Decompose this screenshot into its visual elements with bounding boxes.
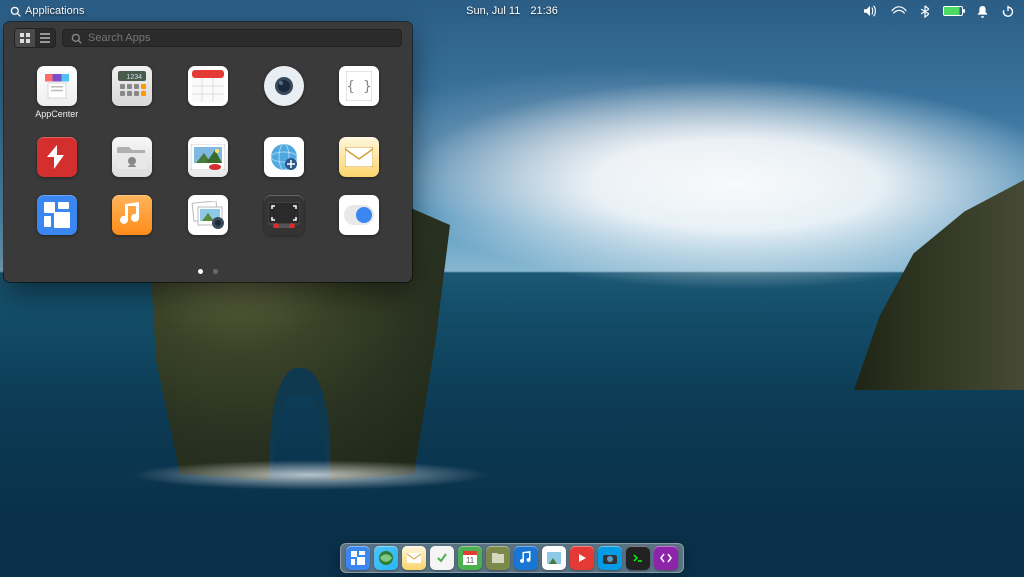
app-screenshot[interactable] xyxy=(251,195,317,235)
search-field-wrap[interactable] xyxy=(62,29,402,47)
app-label: AppCenter xyxy=(35,109,78,119)
list-icon xyxy=(40,33,50,43)
music-icon xyxy=(112,195,152,235)
files-icon xyxy=(112,137,152,177)
clock[interactable]: Sun, Jul 11 21:36 xyxy=(466,5,558,17)
app-multitasking[interactable] xyxy=(24,195,90,235)
top-panel: Applications Sun, Jul 11 21:36 xyxy=(0,0,1024,22)
power-icon[interactable] xyxy=(1002,5,1014,17)
search-icon xyxy=(10,6,21,17)
svg-text:{ }: { } xyxy=(347,79,372,95)
volume-icon[interactable] xyxy=(863,5,877,17)
code-icon: { } xyxy=(339,66,379,106)
app-appcenter[interactable]: AppCenter xyxy=(24,66,90,119)
settings-icon xyxy=(339,195,379,235)
wallpaper-cliff xyxy=(854,180,1024,390)
pager-dot-2[interactable] xyxy=(213,269,218,274)
search-icon xyxy=(71,33,82,44)
app-files[interactable] xyxy=(100,137,166,177)
svg-text:1234: 1234 xyxy=(127,74,143,81)
dock-terminal[interactable] xyxy=(626,546,650,570)
screenshot-icon xyxy=(264,195,304,235)
dock-mail[interactable] xyxy=(402,546,426,570)
wallpaper-foam xyxy=(130,460,490,490)
app-mail[interactable] xyxy=(326,137,392,177)
network-icon[interactable] xyxy=(891,6,907,16)
dock-videos[interactable] xyxy=(570,546,594,570)
grid-icon xyxy=(20,33,30,43)
search-input[interactable] xyxy=(88,32,393,44)
notifications-icon[interactable] xyxy=(977,5,988,18)
applications-menu-button[interactable]: Applications xyxy=(10,5,84,17)
dock-music[interactable] xyxy=(514,546,538,570)
bluetooth-icon[interactable] xyxy=(921,5,929,18)
camera-icon xyxy=(264,66,304,106)
image-viewer-icon xyxy=(188,137,228,177)
svg-text:11: 11 xyxy=(466,556,475,565)
panel-date: Sun, Jul 11 xyxy=(466,5,520,17)
app-code[interactable]: { } xyxy=(326,66,392,119)
calculator-icon: 1234 xyxy=(112,66,152,106)
calendar-icon xyxy=(188,66,228,106)
view-toggle xyxy=(14,28,56,48)
launcher-header xyxy=(4,22,412,54)
app-document-viewer[interactable] xyxy=(24,137,90,177)
app-camera[interactable] xyxy=(251,66,317,119)
app-image-viewer[interactable] xyxy=(175,137,241,177)
panel-time: 21:36 xyxy=(530,5,558,17)
photos-icon xyxy=(188,195,228,235)
dock-tasks[interactable] xyxy=(430,546,454,570)
app-music[interactable] xyxy=(100,195,166,235)
app-system-settings[interactable] xyxy=(326,195,392,235)
app-web[interactable] xyxy=(251,137,317,177)
app-calendar[interactable] xyxy=(175,66,241,119)
launcher-grid: AppCenter 1234 { } xyxy=(4,54,412,239)
web-icon xyxy=(264,137,304,177)
battery-icon[interactable] xyxy=(943,6,963,16)
dock-web[interactable] xyxy=(374,546,398,570)
dock-photos[interactable] xyxy=(542,546,566,570)
app-photos[interactable] xyxy=(175,195,241,235)
multitasking-icon xyxy=(37,195,77,235)
system-tray xyxy=(863,5,1014,18)
dock: 11 xyxy=(340,543,684,573)
app-calculator[interactable]: 1234 xyxy=(100,66,166,119)
mail-icon xyxy=(339,137,379,177)
launcher-pager xyxy=(198,269,218,274)
pager-dot-1[interactable] xyxy=(198,269,203,274)
applications-launcher: AppCenter 1234 { } xyxy=(4,22,412,282)
view-grid-button[interactable] xyxy=(15,29,35,47)
dock-calendar[interactable]: 11 xyxy=(458,546,482,570)
dock-code[interactable] xyxy=(654,546,678,570)
dock-files[interactable] xyxy=(486,546,510,570)
appcenter-icon xyxy=(37,66,77,106)
pdf-icon xyxy=(37,137,77,177)
view-category-button[interactable] xyxy=(35,29,55,47)
dock-camera[interactable] xyxy=(598,546,622,570)
dock-multitasking[interactable] xyxy=(346,546,370,570)
